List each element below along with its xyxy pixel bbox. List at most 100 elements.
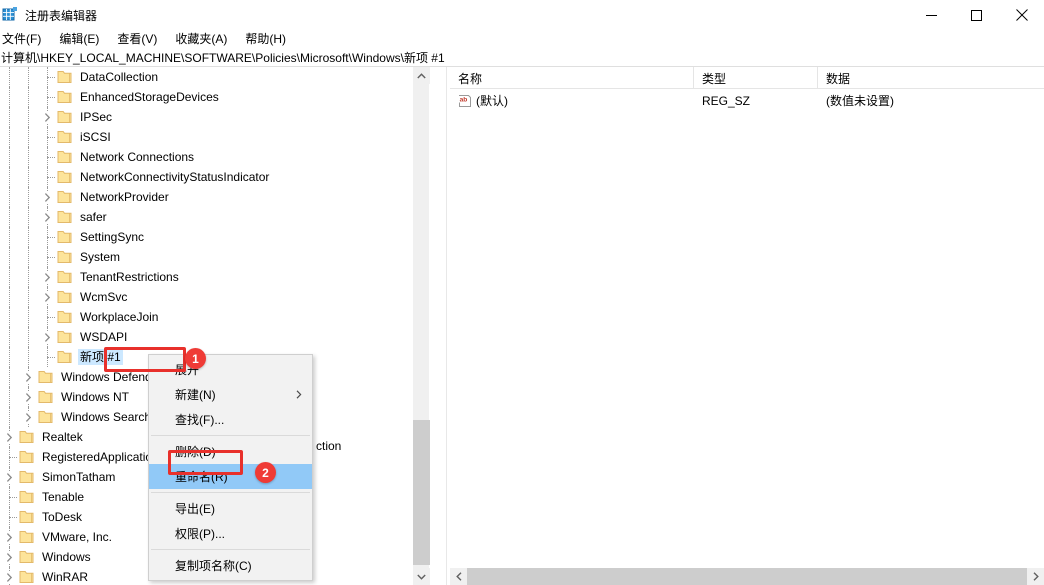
chevron-right-icon[interactable] xyxy=(38,107,57,127)
context-menu-item-label: 复制项名称(C) xyxy=(175,557,252,574)
chevron-right-icon xyxy=(296,388,302,402)
tree-item-label: Windows xyxy=(40,549,93,565)
chevron-right-icon[interactable] xyxy=(0,467,19,487)
tree-indent-guide xyxy=(19,167,38,187)
column-header-name[interactable]: 名称 xyxy=(450,67,694,89)
column-header-type[interactable]: 类型 xyxy=(694,67,818,89)
folder-icon xyxy=(57,130,73,144)
tree-indent-guide xyxy=(0,87,19,107)
tree-indent-guide xyxy=(19,287,38,307)
table-row[interactable]: ab(默认)REG_SZ(数值未设置) xyxy=(450,90,1044,111)
tree-item-networkconnectivitystatusindicator[interactable]: NetworkConnectivityStatusIndicator xyxy=(0,167,430,187)
chevron-right-icon[interactable] xyxy=(19,367,38,387)
scroll-right-icon[interactable] xyxy=(1027,568,1044,585)
menu-favorites[interactable]: 收藏夹(A) xyxy=(166,30,236,49)
tree-item-datacollection[interactable]: DataCollection xyxy=(0,67,430,87)
context-menu-item-8[interactable]: 权限(P)... xyxy=(149,521,312,546)
tree-indent-guide xyxy=(0,287,19,307)
address-bar[interactable]: 计算机\HKEY_LOCAL_MACHINE\SOFTWARE\Policies… xyxy=(0,49,1044,67)
tree-indent-guide xyxy=(0,167,19,187)
maximize-icon[interactable] xyxy=(954,0,999,30)
tree-item-safer[interactable]: safer xyxy=(0,207,430,227)
tree-context-menu[interactable]: 展开新建(N)查找(F)... 删除(D) 重命名(R) 导出(E) 权限(P)... 复… xyxy=(148,354,313,581)
scroll-left-icon[interactable] xyxy=(450,568,467,585)
tree-item-label: EnhancedStorageDevices xyxy=(78,89,221,105)
chevron-right-icon[interactable] xyxy=(0,547,19,567)
chevron-right-icon[interactable] xyxy=(38,207,57,227)
menu-view[interactable]: 查看(V) xyxy=(108,30,166,49)
tree-item-workplacejoin[interactable]: WorkplaceJoin xyxy=(0,307,430,327)
scroll-down-icon[interactable] xyxy=(413,568,430,585)
folder-icon xyxy=(38,390,54,404)
tree-indent-guide xyxy=(19,307,38,327)
menu-help[interactable]: 帮助(H) xyxy=(236,30,295,49)
chevron-right-icon[interactable] xyxy=(19,387,38,407)
tree-item-label: NetworkConnectivityStatusIndicator xyxy=(78,169,271,185)
menu-file[interactable]: 文件(F) xyxy=(0,30,50,49)
values-list[interactable]: ab(默认)REG_SZ(数值未设置) xyxy=(450,90,1044,111)
values-horizontal-scrollbar[interactable] xyxy=(450,568,1044,585)
tree-item-label: Windows NT xyxy=(59,389,131,405)
tree-item-label: 新项 #1 xyxy=(78,349,123,365)
chevron-right-icon[interactable] xyxy=(19,407,38,427)
tree-item-label: System xyxy=(78,249,122,265)
chevron-right-icon[interactable] xyxy=(38,187,57,207)
folder-icon xyxy=(19,450,35,464)
minimize-icon[interactable] xyxy=(909,0,954,30)
tree-indent-guide xyxy=(0,67,19,87)
tree-indent-guide xyxy=(0,127,19,147)
scroll-thumb[interactable] xyxy=(413,420,430,565)
context-menu-item-4[interactable]: 删除(D) xyxy=(149,439,312,464)
tree-item-networkprovider[interactable]: NetworkProvider xyxy=(0,187,430,207)
folder-icon xyxy=(19,570,35,584)
context-menu-item-2[interactable]: 查找(F)... xyxy=(149,407,312,432)
tree-item-ipsec[interactable]: IPSec xyxy=(0,107,430,127)
tree-item-label: Realtek xyxy=(40,429,85,445)
folder-icon xyxy=(57,70,73,84)
tree-item-wsdapi[interactable]: WSDAPI xyxy=(0,327,430,347)
column-header-data[interactable]: 数据 xyxy=(818,67,1044,89)
menu-edit[interactable]: 编辑(E) xyxy=(50,30,108,49)
tree-item-enhancedstoragedevices[interactable]: EnhancedStorageDevices xyxy=(0,87,430,107)
context-menu-item-10[interactable]: 复制项名称(C) xyxy=(149,553,312,578)
chevron-right-icon[interactable] xyxy=(38,267,57,287)
scroll-up-icon[interactable] xyxy=(413,67,430,84)
chevron-right-icon[interactable] xyxy=(38,327,57,347)
tree-item-wcmsvc[interactable]: WcmSvc xyxy=(0,287,430,307)
context-menu-item-0[interactable]: 展开 xyxy=(149,357,312,382)
context-menu-item-label: 删除(D) xyxy=(175,443,216,460)
chevron-right-icon[interactable] xyxy=(0,567,19,585)
folder-icon xyxy=(19,510,35,524)
values-header-row: 名称 类型 数据 xyxy=(450,67,1044,89)
close-icon[interactable] xyxy=(999,0,1044,30)
folder-icon xyxy=(57,310,73,324)
chevron-right-icon[interactable] xyxy=(0,427,19,447)
context-menu-item-label: 导出(E) xyxy=(175,500,215,517)
context-menu-item-7[interactable]: 导出(E) xyxy=(149,496,312,521)
tree-item-label: SettingSync xyxy=(78,229,146,245)
context-menu-item-1[interactable]: 新建(N) xyxy=(149,382,312,407)
chevron-right-icon[interactable] xyxy=(38,287,57,307)
tree-item-label: safer xyxy=(78,209,109,225)
value-data-cell: (数值未设置) xyxy=(818,90,1044,111)
svg-text:ab: ab xyxy=(460,96,468,103)
annotation-badge-1: 1 xyxy=(185,348,206,369)
tree-indent-guide xyxy=(19,87,38,107)
tree-indent-guide xyxy=(0,227,19,247)
tree-vertical-scrollbar[interactable] xyxy=(412,67,429,585)
tree-item-label: TenantRestrictions xyxy=(78,269,181,285)
tree-item-settingsync[interactable]: SettingSync xyxy=(0,227,430,247)
tree-leaf-connector xyxy=(0,487,19,507)
chevron-right-icon[interactable] xyxy=(0,527,19,547)
tree-item-label: WorkplaceJoin xyxy=(78,309,160,325)
tree-item-iscsi[interactable]: iSCSI xyxy=(0,127,430,147)
tree-item-network-connections[interactable]: Network Connections xyxy=(0,147,430,167)
folder-icon xyxy=(57,290,73,304)
tree-leaf-connector xyxy=(0,447,19,467)
folder-icon xyxy=(57,250,73,264)
tree-item-tenantrestrictions[interactable]: TenantRestrictions xyxy=(0,267,430,287)
tree-item-system[interactable]: System xyxy=(0,247,430,267)
context-menu-item-5[interactable]: 重命名(R) xyxy=(149,464,312,489)
scroll-thumb[interactable] xyxy=(467,568,1027,585)
tree-indent-guide xyxy=(19,327,38,347)
